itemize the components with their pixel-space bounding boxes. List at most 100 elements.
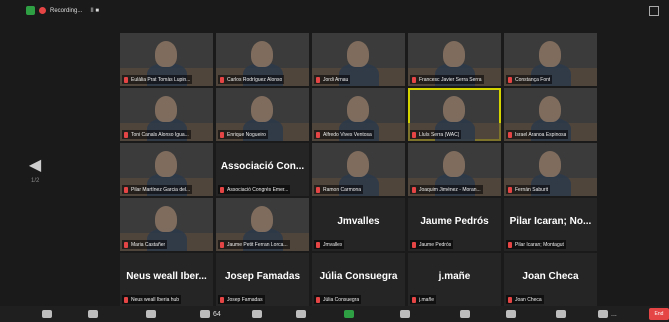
shield-icon[interactable] <box>26 6 35 15</box>
participant-name-tag: Jaume Petit Ferran Lorca... <box>218 240 290 249</box>
video-feed <box>155 151 177 177</box>
more-label: ... <box>611 310 617 318</box>
video-feed <box>155 206 177 232</box>
muted-mic-icon <box>316 296 320 303</box>
participant-name: Ramon Carmona <box>323 186 362 193</box>
fullscreen-icon[interactable] <box>649 6 659 16</box>
meeting-toolbar: 64... <box>0 306 669 322</box>
participant-tile[interactable]: Ramon Carmona <box>312 143 405 196</box>
chat-icon <box>296 310 306 318</box>
participant-tile[interactable]: Israel Aranoa Espinosa <box>504 88 597 141</box>
recording-indicator[interactable]: Recording... II ■ <box>26 5 99 16</box>
participant-tile[interactable]: Maria Castañer <box>120 198 213 251</box>
chat-button[interactable] <box>296 309 309 319</box>
muted-mic-icon <box>508 131 512 138</box>
more-button[interactable]: ... <box>598 309 617 319</box>
participant-tile[interactable]: Jordi Arnau <box>312 33 405 86</box>
apps-button[interactable] <box>506 309 519 319</box>
muted-mic-icon <box>508 186 512 193</box>
video-button[interactable] <box>88 309 101 319</box>
participant-tile[interactable]: Júlia Consuegra Júlia Consuegra <box>312 253 405 306</box>
participant-name: Francesc Javier Serra Serra <box>419 76 482 83</box>
participant-name: Associació Congrés Emer... <box>227 186 289 193</box>
video-feed <box>443 41 465 67</box>
reactions-button[interactable] <box>460 309 473 319</box>
whiteboard-icon <box>556 310 566 318</box>
participant-name-tag: Francesc Javier Serra Serra <box>410 75 484 84</box>
more-icon <box>598 310 608 318</box>
participant-name: Lluís Serra (WAC) <box>419 131 460 138</box>
participant-display-name: Jmvalles <box>337 216 380 227</box>
participant-name: Júlia Consuegra <box>323 296 360 303</box>
participants-button[interactable]: 64 <box>200 309 221 319</box>
participant-tile[interactable]: j.mañe j.mañe <box>408 253 501 306</box>
recording-controls[interactable]: II ■ <box>90 8 99 14</box>
participant-name: Eulàlia Prat Tomàs Lupin... <box>131 76 191 83</box>
participant-name: Joan Checa <box>515 296 542 303</box>
participant-tile[interactable]: Alfredo Vives Ventosa <box>312 88 405 141</box>
participant-tile[interactable]: Jmvalles Jmvalles <box>312 198 405 251</box>
participant-tile[interactable]: Lluís Serra (WAC) <box>408 88 501 141</box>
participant-name-tag: Eulàlia Prat Tomàs Lupin... <box>122 75 193 84</box>
muted-mic-icon <box>412 131 416 138</box>
muted-mic-icon <box>220 186 224 193</box>
participant-name-tag: Josep Famadas <box>218 295 265 304</box>
participant-tile[interactable]: Carlos Rodríguez Alonso <box>216 33 309 86</box>
apps-icon <box>506 310 516 318</box>
muted-mic-icon <box>124 241 128 248</box>
participant-tile[interactable]: Toni Canals Alonso Igua... <box>120 88 213 141</box>
participant-tile[interactable]: Francesc Javier Serra Serra <box>408 33 501 86</box>
record-button[interactable] <box>400 309 413 319</box>
record-icon <box>400 310 410 318</box>
security-button[interactable] <box>146 309 159 319</box>
participant-grid: Eulàlia Prat Tomàs Lupin... Carlos Rodríg… <box>120 33 598 306</box>
participant-name-tag: Pilar Icaran; Montagut <box>506 240 566 249</box>
participant-tile[interactable]: Joan Checa Joan Checa <box>504 253 597 306</box>
video-feed <box>155 41 177 67</box>
whiteboard-button[interactable] <box>556 309 569 319</box>
share-button[interactable] <box>344 309 357 319</box>
muted-mic-icon <box>412 296 416 303</box>
participant-name-tag: Maria Castañer <box>122 240 168 249</box>
participant-tile[interactable]: Jaume Pedrós Jaume Pedrós <box>408 198 501 251</box>
prev-page-arrow-icon[interactable]: ◀ <box>28 155 42 177</box>
muted-mic-icon <box>412 76 416 83</box>
page-indicator: 1/2 <box>31 178 40 184</box>
participant-name: Jmvalles <box>323 241 343 248</box>
participant-tile[interactable]: Josep Famadas Josep Famadas <box>216 253 309 306</box>
participant-tile[interactable]: Fernán Saburit <box>504 143 597 196</box>
reactions-icon <box>460 310 470 318</box>
participant-tile[interactable]: Pilar Icaran; No... Pilar Icaran; Montagu… <box>504 198 597 251</box>
end-button[interactable]: End <box>649 308 669 320</box>
polls-icon <box>252 310 262 318</box>
mute-button[interactable] <box>42 309 55 319</box>
muted-mic-icon <box>316 76 320 83</box>
participant-name-tag: Lluís Serra (WAC) <box>410 130 462 139</box>
participant-tile[interactable]: Neus weall Iber... Neus weall Iberia hub <box>120 253 213 306</box>
participant-tile[interactable]: Jaume Petit Ferran Lorca... <box>216 198 309 251</box>
polls-button[interactable] <box>252 309 265 319</box>
top-bar: Recording... II ■ <box>0 0 669 20</box>
participant-tile[interactable]: Joaquim Jiménez - Moran... <box>408 143 501 196</box>
video-feed <box>347 96 369 122</box>
video-feed <box>347 41 369 67</box>
participant-tile[interactable]: Pilar Martínez Garcia del... <box>120 143 213 196</box>
video-feed <box>347 151 369 177</box>
participant-name-tag: Jaume Pedrós <box>410 240 454 249</box>
participant-tile[interactable]: Enrique Nogueiro <box>216 88 309 141</box>
participant-tile[interactable]: Constança Font <box>504 33 597 86</box>
participant-tile[interactable]: Associació Con... Associació Congrés Emer… <box>216 143 309 196</box>
participant-display-name: Jaume Pedrós <box>420 216 489 227</box>
participant-tile[interactable]: Eulàlia Prat Tomàs Lupin... <box>120 33 213 86</box>
participant-display-name: Joan Checa <box>522 271 579 282</box>
recording-label: Recording... <box>50 7 83 14</box>
muted-mic-icon <box>124 296 128 303</box>
participant-name-tag: Neus weall Iberia hub <box>122 295 182 304</box>
muted-mic-icon <box>508 76 512 83</box>
participant-name: Jordi Arnau <box>323 76 349 83</box>
participant-name-tag: Israel Aranoa Espinosa <box>506 130 569 139</box>
participant-name: Fernán Saburit <box>515 186 549 193</box>
participant-name-tag: Constança Font <box>506 75 553 84</box>
video-feed <box>251 96 273 122</box>
participant-name: Pilar Icaran; Montagut <box>515 241 564 248</box>
